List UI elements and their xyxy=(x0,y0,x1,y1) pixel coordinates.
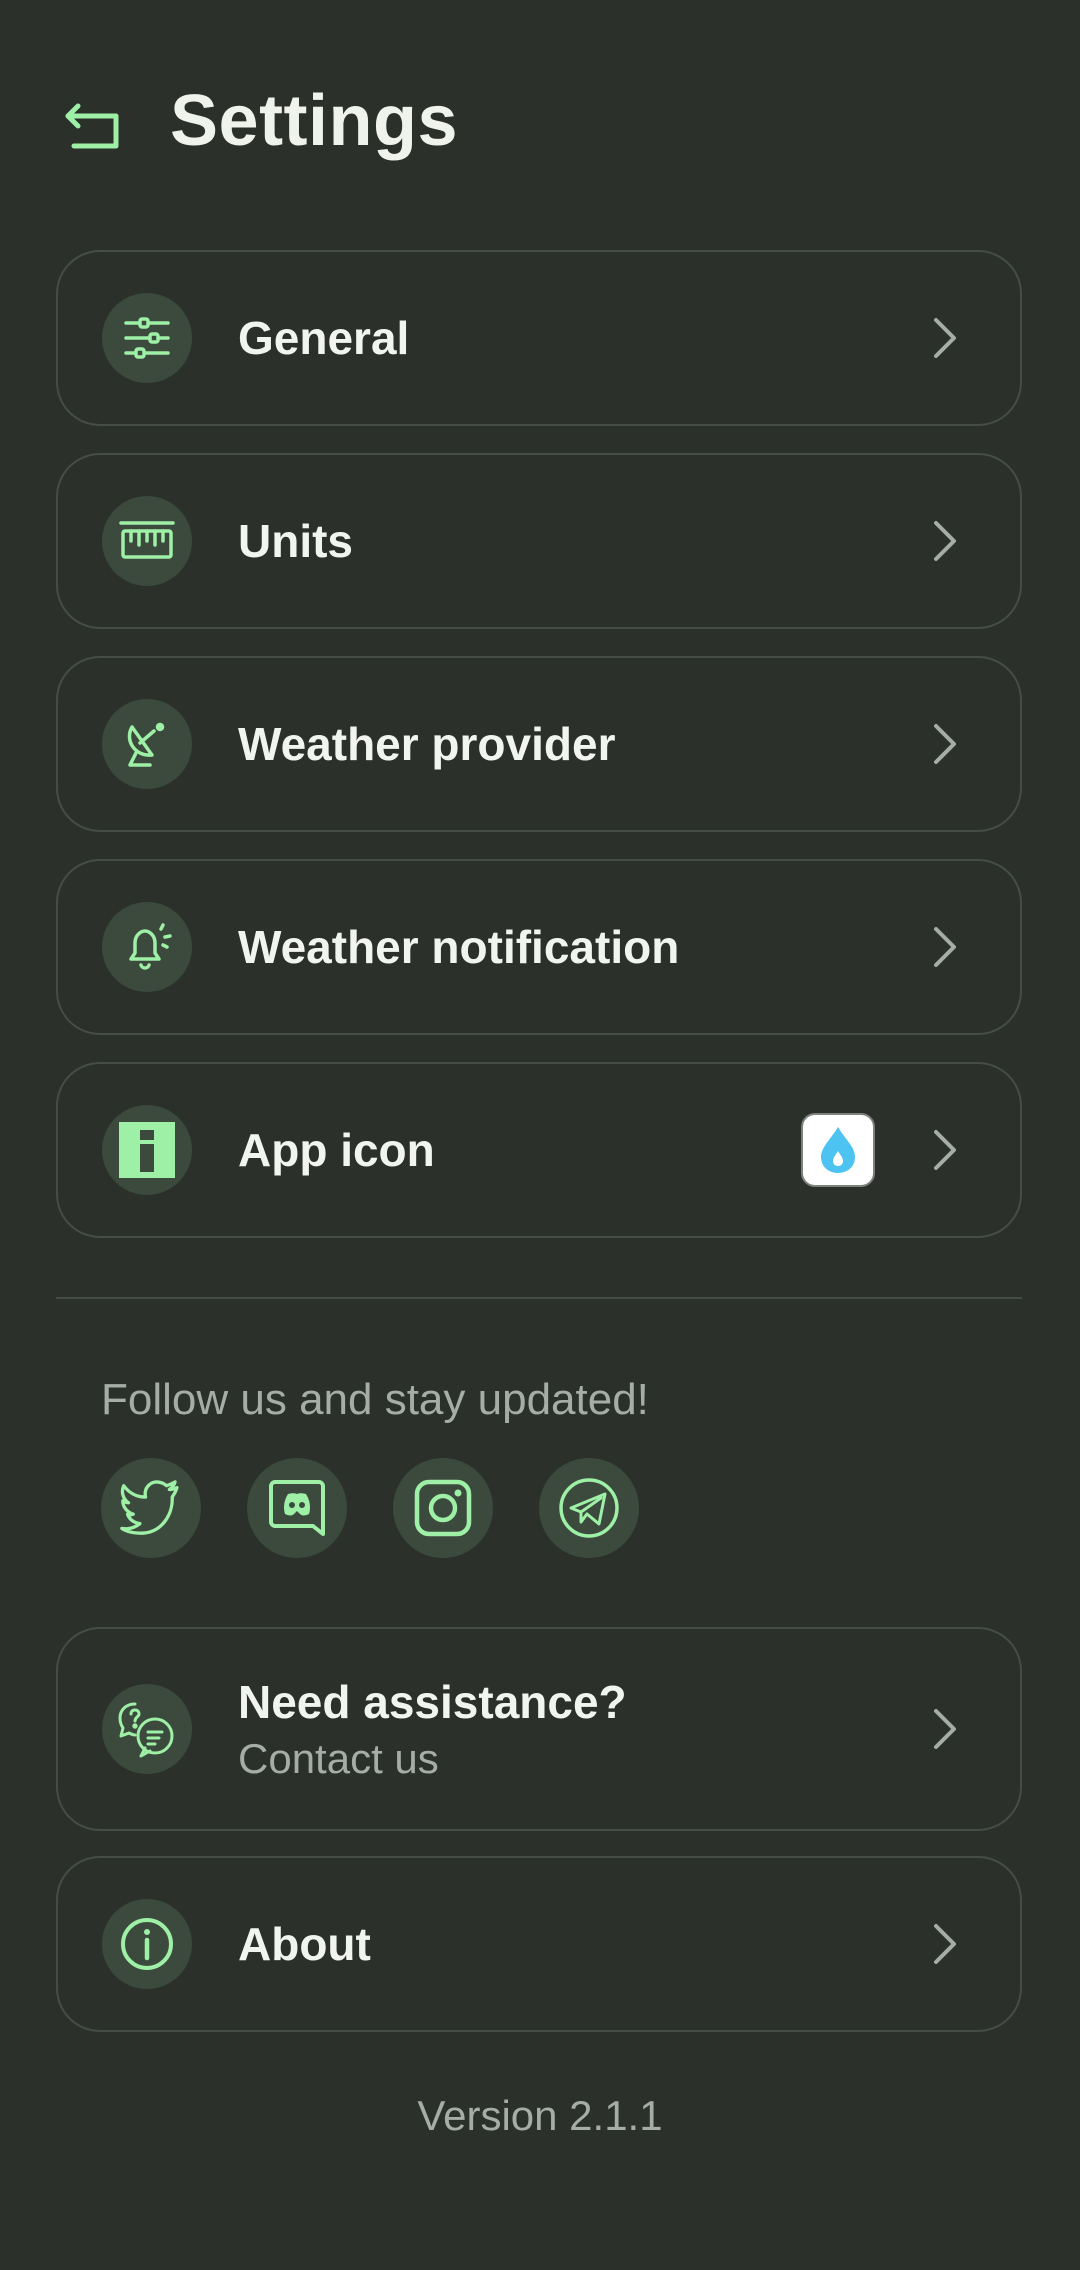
chevron-right-icon xyxy=(934,1130,956,1170)
discord-icon xyxy=(269,1480,325,1536)
settings-item-app-icon[interactable]: App icon xyxy=(56,1062,1022,1238)
settings-item-label: Weather notification xyxy=(238,921,680,973)
about-label: About xyxy=(238,1918,371,1970)
app-header: Settings xyxy=(0,0,1080,250)
section-divider xyxy=(56,1297,1022,1299)
twitter-button[interactable] xyxy=(101,1458,201,1558)
telegram-button[interactable] xyxy=(539,1458,639,1558)
chevron-right-icon xyxy=(934,521,956,561)
instagram-button[interactable] xyxy=(393,1458,493,1558)
settings-item-units[interactable]: Units xyxy=(56,453,1022,629)
twitter-icon xyxy=(120,1480,179,1535)
settings-item-label: Units xyxy=(238,515,353,567)
chevron-right-icon xyxy=(934,927,956,967)
chevron-right-icon xyxy=(934,724,956,764)
chevron-right-icon xyxy=(934,318,956,358)
discord-button[interactable] xyxy=(247,1458,347,1558)
back-button[interactable] xyxy=(56,90,128,162)
info-circle-icon xyxy=(102,1899,192,1989)
current-app-icon-preview[interactable] xyxy=(801,1113,875,1187)
settings-item-weather-provider[interactable]: Weather provider xyxy=(56,656,1022,832)
satellite-dish-icon xyxy=(102,699,192,789)
settings-item-label: General xyxy=(238,312,410,364)
settings-item-label: Weather provider xyxy=(238,718,616,770)
about-item[interactable]: About xyxy=(56,1856,1022,2032)
info-square-icon xyxy=(102,1105,192,1195)
app-version: Version 2.1.1 xyxy=(417,2092,663,2139)
settings-item-label: App icon xyxy=(238,1124,435,1176)
contact-us-item[interactable]: Need assistance? Contact us xyxy=(56,1627,1022,1831)
back-arrow-icon xyxy=(65,103,119,149)
settings-item-general[interactable]: General xyxy=(56,250,1022,426)
water-drop-icon xyxy=(821,1127,855,1173)
ruler-icon xyxy=(102,496,192,586)
sliders-icon xyxy=(102,293,192,383)
assistance-title: Need assistance? xyxy=(238,1676,627,1728)
telegram-icon xyxy=(559,1478,619,1538)
chevron-right-icon xyxy=(934,1709,956,1749)
chevron-right-icon xyxy=(934,1924,956,1964)
instagram-icon xyxy=(414,1479,472,1537)
assistance-subtitle: Contact us xyxy=(238,1735,439,1782)
follow-us-text: Follow us and stay updated! xyxy=(101,1375,649,1424)
chat-help-icon xyxy=(102,1684,192,1774)
page-title: Settings xyxy=(170,81,459,161)
bell-icon xyxy=(102,902,192,992)
settings-item-weather-notification[interactable]: Weather notification xyxy=(56,859,1022,1035)
